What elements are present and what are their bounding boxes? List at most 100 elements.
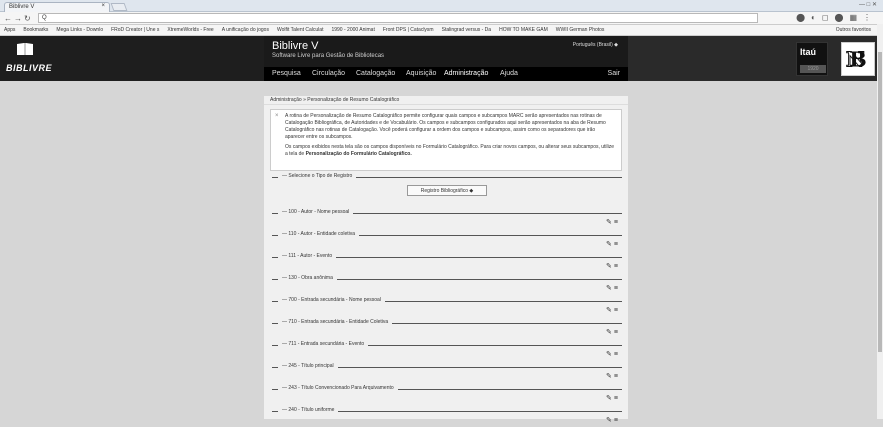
menu-administracao[interactable]: Administração (444, 70, 488, 77)
bookmark-item[interactable]: 1990 - 2000 Animat (331, 27, 374, 33)
field-legend: 240 - Título uniforme (278, 407, 339, 413)
field-actions: ✎≡ (606, 218, 620, 226)
edit-icon[interactable]: ✎ (606, 417, 614, 424)
field-fieldset: 240 - Título uniforme ✎≡ (272, 407, 624, 427)
edit-icon[interactable]: ✎ (606, 285, 614, 292)
address-bar[interactable]: Q (38, 13, 758, 23)
field-actions: ✎≡ (606, 262, 620, 270)
menu-pesquisa[interactable]: Pesquisa (272, 70, 301, 77)
edit-icon[interactable]: ✎ (606, 307, 614, 314)
field-fieldset: 700 - Entrada secundária - Nome pessoal ✎… (272, 297, 624, 317)
sponsor-name: Itaú (800, 47, 817, 57)
page-title: Biblivre V (272, 40, 319, 52)
logout-link[interactable]: Sair (608, 70, 620, 77)
menu-icon[interactable]: ≡ (614, 417, 620, 424)
language-select[interactable]: Português (Brasil) ◆ (573, 42, 618, 48)
bookmarks-bar: Apps Bookmarks Mega Links - Downlo FRoD Cre… (0, 25, 883, 36)
other-bookmarks[interactable]: Outros favoritos (831, 27, 871, 33)
monogram-logo-icon: B N (841, 42, 875, 76)
app-header: BIBLIVRE Biblivre V Software Livre para … (0, 36, 883, 81)
forward-icon[interactable]: → (14, 14, 22, 23)
main-content: × A rotina de Personalização de Resumo C… (264, 105, 628, 424)
header-right: Itaú 1920 B N (628, 36, 883, 81)
bookmark-item[interactable]: Apps (4, 27, 15, 33)
menu-icon[interactable]: ≡ (614, 351, 620, 358)
field-legend: 243 - Título Convencionado Para Arquivam… (278, 385, 398, 391)
field-actions: ✎≡ (606, 372, 620, 380)
field-fieldset: 110 - Autor - Entidade coletiva ✎≡ (272, 231, 624, 251)
field-fieldset: 243 - Título Convencionado Para Arquivam… (272, 385, 624, 405)
breadcrumb: Administração » Personalização de Resumo… (264, 96, 628, 105)
edit-icon[interactable]: ✎ (606, 351, 614, 358)
field-fieldset: 130 - Obra anônima ✎≡ (272, 275, 624, 295)
bookmark-item[interactable]: Stalingrad versus - Da (442, 27, 491, 33)
bookmark-item[interactable]: Wolfit Talent Calculat (277, 27, 324, 33)
menu-aquisicao[interactable]: Aquisição (406, 70, 436, 77)
edit-icon[interactable]: ✎ (606, 241, 614, 248)
bookmark-item[interactable]: Front DPS | Cataclysm (383, 27, 434, 33)
field-fieldset: 711 - Entrada secundária - Evento ✎≡ (272, 341, 624, 361)
edit-icon[interactable]: ✎ (606, 373, 614, 380)
field-fieldset: 245 - Título principal ✎≡ (272, 363, 624, 383)
page-subtitle: Software Livre para Gestão de Biblioteca… (272, 53, 385, 59)
field-legend: 700 - Entrada secundária - Nome pessoal (278, 297, 385, 303)
menu-icon[interactable]: ≡ (614, 307, 620, 314)
sponsor-logo: Itaú 1920 (796, 42, 828, 76)
edit-icon[interactable]: ✎ (606, 219, 614, 226)
sponsor-number: 1920 (800, 65, 826, 73)
bookmark-item[interactable]: FRoD Creator | Une s (111, 27, 159, 33)
browser-navbar: ← → ↻ Q ⬤◐◻⬤▦⋮ (0, 12, 883, 25)
field-legend: 710 - Entrada secundária - Entidade Cole… (278, 319, 393, 325)
field-legend: 711 - Entrada secundária - Evento (278, 341, 369, 347)
menu-icon[interactable]: ≡ (614, 263, 620, 270)
field-fieldset: 710 - Entrada secundária - Entidade Cole… (272, 319, 624, 339)
info-paragraph-1: A rotina de Personalização de Resumo Cat… (285, 113, 606, 140)
field-actions: ✎≡ (606, 416, 620, 424)
biblivre-logo-text: BIBLIVRE (6, 63, 53, 73)
menu-circulacao[interactable]: Circulação (312, 70, 345, 77)
field-actions: ✎≡ (606, 240, 620, 248)
menu-icon[interactable]: ≡ (614, 329, 620, 336)
scrollbar-thumb[interactable] (878, 52, 882, 352)
bookmark-item[interactable]: A unificação do jogos (222, 27, 269, 33)
bookmark-item[interactable]: Bookmarks (23, 27, 48, 33)
close-info-icon[interactable]: × (275, 113, 279, 120)
logo-area: BIBLIVRE (0, 36, 264, 81)
edit-icon[interactable]: ✎ (606, 263, 614, 270)
menu-ajuda[interactable]: Ajuda (500, 70, 518, 77)
new-tab-button[interactable] (110, 3, 128, 11)
edit-icon[interactable]: ✎ (606, 395, 614, 402)
field-legend: 100 - Autor - Nome pessoal (278, 209, 354, 215)
form-customization-link[interactable]: Personalização do Formulário Catalográfi… (306, 151, 412, 157)
field-legend: 130 - Obra anônima (278, 275, 337, 281)
reload-icon[interactable]: ↻ (24, 14, 31, 23)
header-center: Biblivre V Software Livre para Gestão de… (264, 36, 628, 81)
record-type-legend: Selecione o Tipo de Registro (278, 173, 357, 179)
bookmark-item[interactable]: XtremeWorlds - Free (167, 27, 213, 33)
field-actions: ✎≡ (606, 350, 620, 358)
extension-icons[interactable]: ⬤◐◻⬤▦⋮ (796, 13, 877, 22)
bookmark-item[interactable]: WWII German Photos (556, 27, 605, 33)
menu-icon[interactable]: ≡ (614, 241, 620, 248)
menu-icon[interactable]: ≡ (614, 285, 620, 292)
bookmark-item[interactable]: Mega Links - Downlo (56, 27, 103, 33)
menu-icon[interactable]: ≡ (614, 373, 620, 380)
edit-icon[interactable]: ✎ (606, 329, 614, 336)
menu-catalogacao[interactable]: Catalogação (356, 70, 395, 77)
browser-tab[interactable]: Biblivre V × (4, 2, 110, 12)
field-fieldset: 100 - Autor - Nome pessoal ✎≡ (272, 209, 624, 229)
tab-close-icon[interactable]: × (101, 3, 105, 9)
info-box: × A rotina de Personalização de Resumo C… (270, 109, 622, 171)
menu-icon[interactable]: ≡ (614, 395, 620, 402)
info-paragraph-2: Os campos exibidos nesta tela são os cam… (285, 144, 616, 158)
field-legend: 110 - Autor - Entidade coletiva (278, 231, 360, 237)
field-actions: ✎≡ (606, 394, 620, 402)
field-legend: 111 - Autor - Evento (278, 253, 337, 259)
back-icon[interactable]: ← (4, 14, 12, 23)
record-type-select[interactable]: Registro Bibliográfico ◆ (407, 185, 487, 196)
book-icon (17, 43, 33, 55)
bookmark-item[interactable]: HOW TO MAKE GAM (499, 27, 548, 33)
scrollbar[interactable] (877, 24, 883, 419)
window-controls[interactable]: — □ ✕ (859, 1, 877, 8)
menu-icon[interactable]: ≡ (614, 219, 620, 226)
